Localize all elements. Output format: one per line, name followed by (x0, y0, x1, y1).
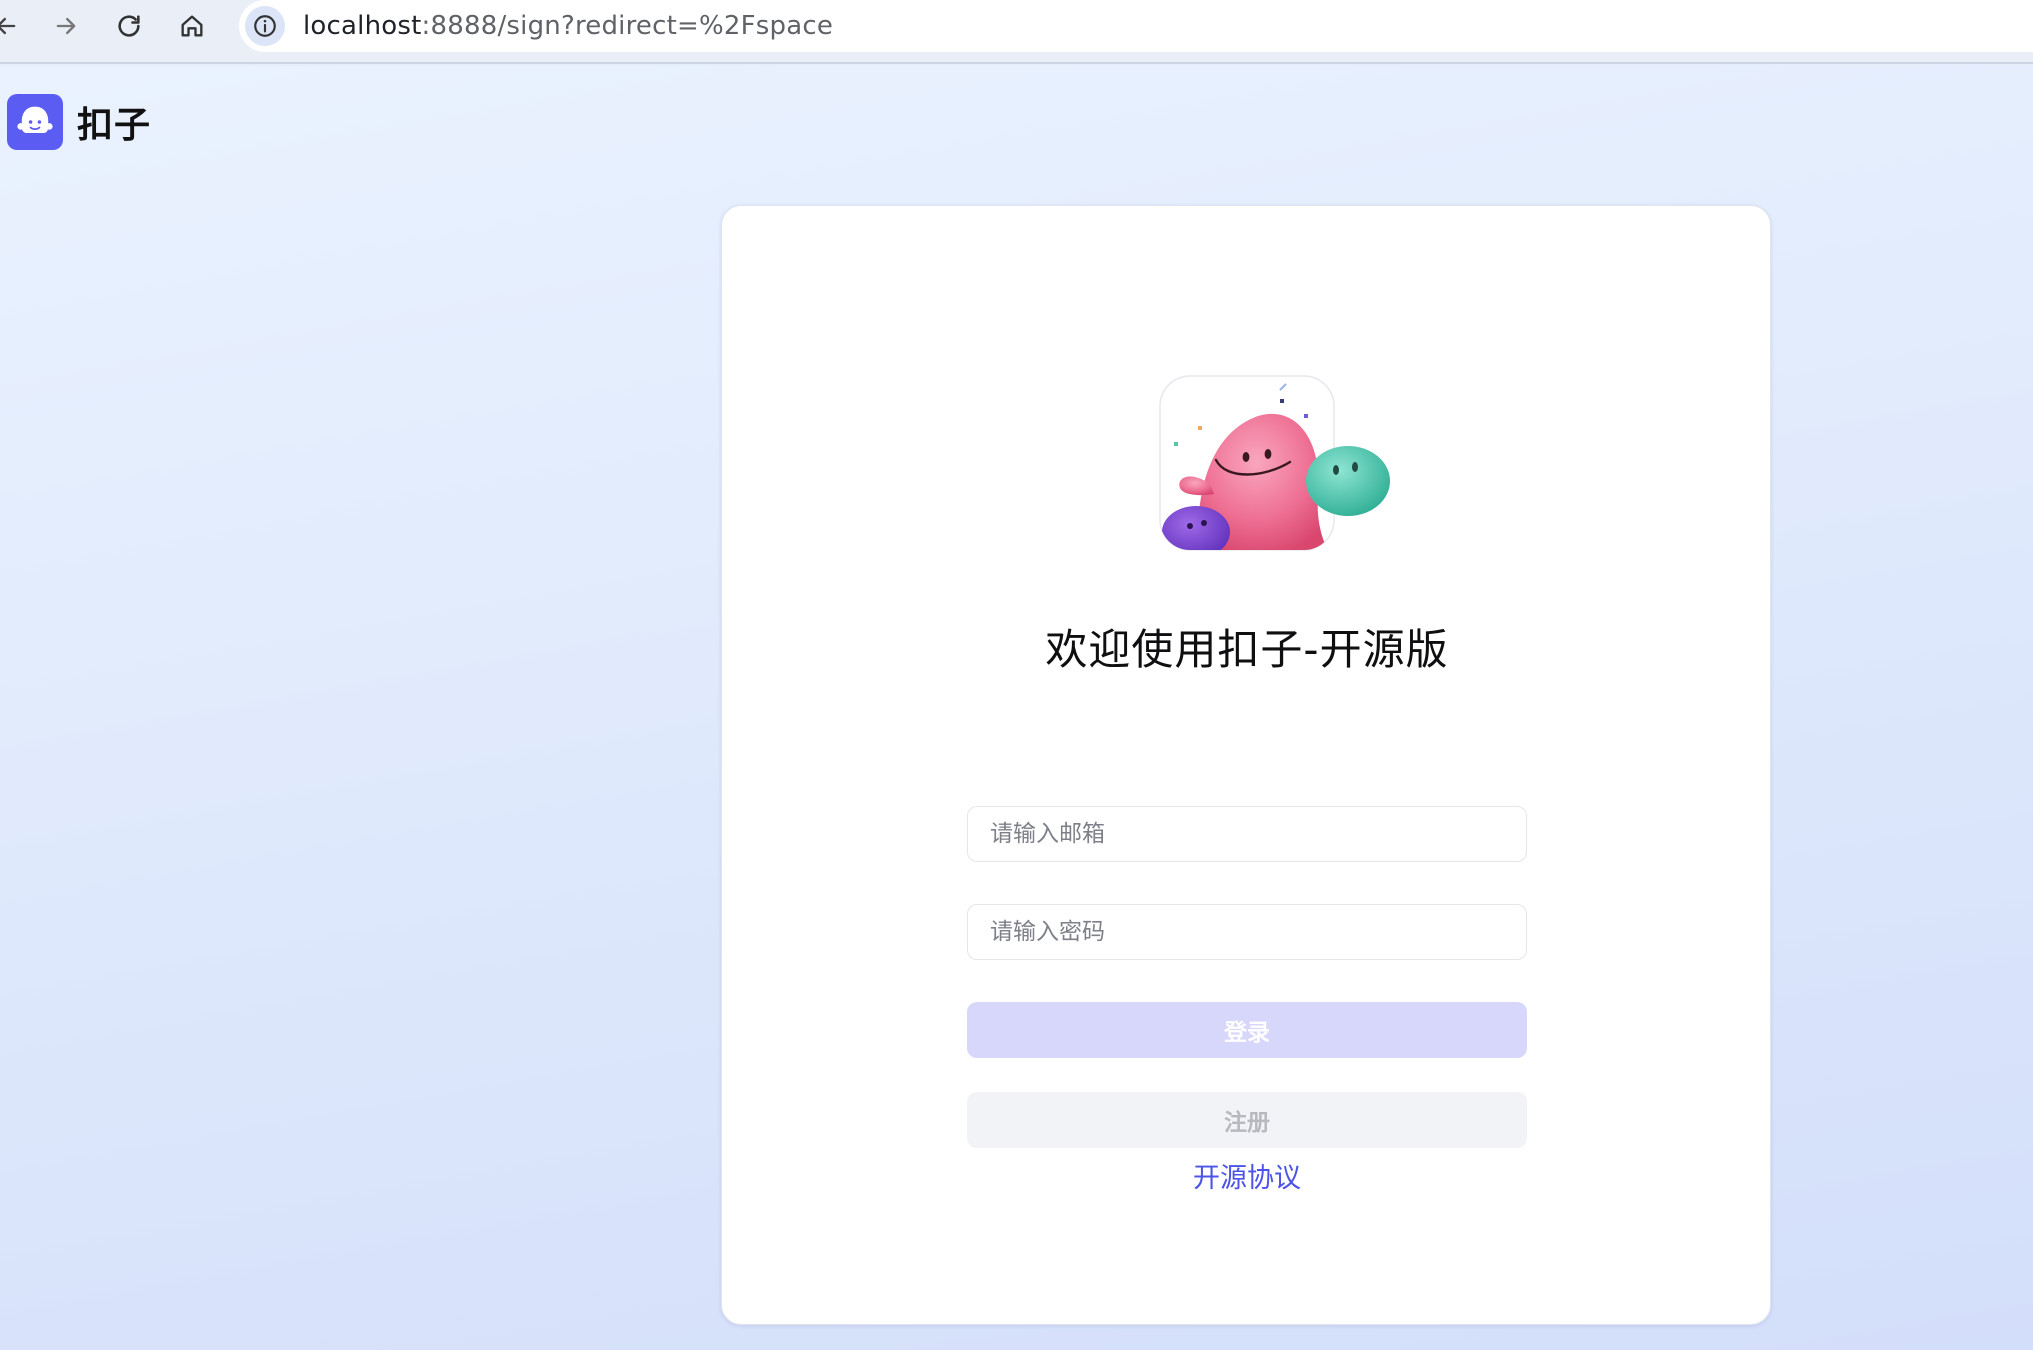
home-icon[interactable] (172, 6, 212, 46)
address-bar[interactable]: localhost:8888/sign?redirect=%2Fspace (239, 0, 2033, 52)
brand-name: 扣子 (77, 105, 152, 146)
page-background: 扣子 欢迎使用扣子-开源版 请输入邮箱 登录 注册 开源协议 (0, 66, 2033, 1350)
brand[interactable]: 扣子 (7, 94, 151, 150)
coze-logo-icon (7, 94, 63, 150)
mascot-illustration (1159, 375, 1390, 551)
url-host: localhost (303, 11, 422, 41)
login-button[interactable]: 登录 (967, 1002, 1527, 1058)
license-link[interactable]: 开源协议 (722, 1156, 1772, 1195)
url-text[interactable]: localhost:8888/sign?redirect=%2Fspace (303, 10, 833, 42)
password-field[interactable] (967, 904, 1527, 960)
login-card: 欢迎使用扣子-开源版 登录 注册 开源协议 (721, 205, 1771, 1325)
forward-arrow-icon[interactable] (46, 6, 86, 46)
url-path: :8888/sign?redirect=%2Fspace (421, 11, 834, 41)
register-button[interactable]: 注册 (967, 1092, 1527, 1148)
back-arrow-icon[interactable] (0, 6, 26, 46)
reload-icon[interactable] (109, 6, 149, 46)
browser-toolbar: localhost:8888/sign?redirect=%2Fspace (0, 0, 2033, 64)
welcome-title: 欢迎使用扣子-开源版 (1045, 625, 1449, 674)
site-info-icon[interactable] (245, 6, 285, 46)
email-field[interactable] (967, 806, 1527, 862)
